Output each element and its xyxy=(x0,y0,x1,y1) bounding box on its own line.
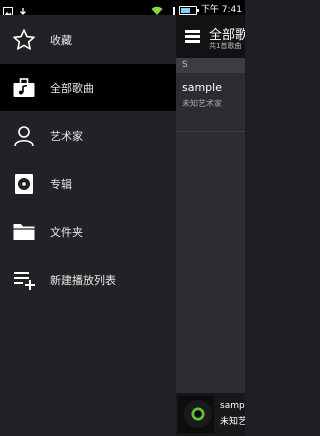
star-icon xyxy=(11,27,37,53)
folder-icon xyxy=(11,219,37,245)
song-title: sample xyxy=(182,81,222,94)
status-bar: 下午 7:41 xyxy=(0,0,245,17)
now-playing-artist: 未知艺术家 xyxy=(220,417,245,427)
now-playing-bar[interactable]: sample 未知艺术家 xyxy=(176,393,245,436)
drawer-item-all-songs[interactable]: 全部歌曲 xyxy=(0,64,176,111)
drawer-item-label: 文件夹 xyxy=(50,225,83,239)
drawer-item-new-playlist[interactable]: 新建播放列表 xyxy=(0,256,176,303)
artist-person-icon xyxy=(11,123,37,149)
drawer-item-label: 新建播放列表 xyxy=(50,273,116,287)
music-library-icon xyxy=(11,75,37,101)
drawer-item-label: 全部歌曲 xyxy=(50,81,94,95)
drawer-item-folders[interactable]: 文件夹 xyxy=(0,208,176,255)
album-disc-icon xyxy=(11,171,37,197)
list-item[interactable]: sample 未知艺术家 xyxy=(176,73,245,133)
album-art xyxy=(178,395,214,433)
drawer-item-label: 专辑 xyxy=(50,177,72,191)
song-list-panel: 全部歌曲 共1首歌曲 S sample 未知艺术家 sample 未知艺术家 xyxy=(176,15,245,436)
song-count: 共1首歌曲 xyxy=(209,42,242,50)
add-playlist-icon xyxy=(11,267,37,293)
section-letter: S xyxy=(182,60,188,70)
drawer-item-label: 收藏 xyxy=(50,33,72,47)
section-header: S xyxy=(176,58,245,73)
divider xyxy=(176,131,245,132)
drawer-item-favorites[interactable]: 收藏 xyxy=(0,16,176,63)
battery-icon xyxy=(178,6,199,15)
app-header: 全部歌曲 共1首歌曲 xyxy=(176,15,245,58)
menu-icon[interactable] xyxy=(185,30,200,43)
now-playing-title: sample xyxy=(220,401,245,411)
navigation-drawer: 收藏 全部歌曲 艺术家 专辑 文件夹 新建播放列表 xyxy=(0,15,176,436)
drawer-item-artists[interactable]: 艺术家 xyxy=(0,112,176,159)
drawer-item-albums[interactable]: 专辑 xyxy=(0,160,176,207)
drawer-item-label: 艺术家 xyxy=(50,129,83,143)
song-artist: 未知艺术家 xyxy=(182,99,222,108)
